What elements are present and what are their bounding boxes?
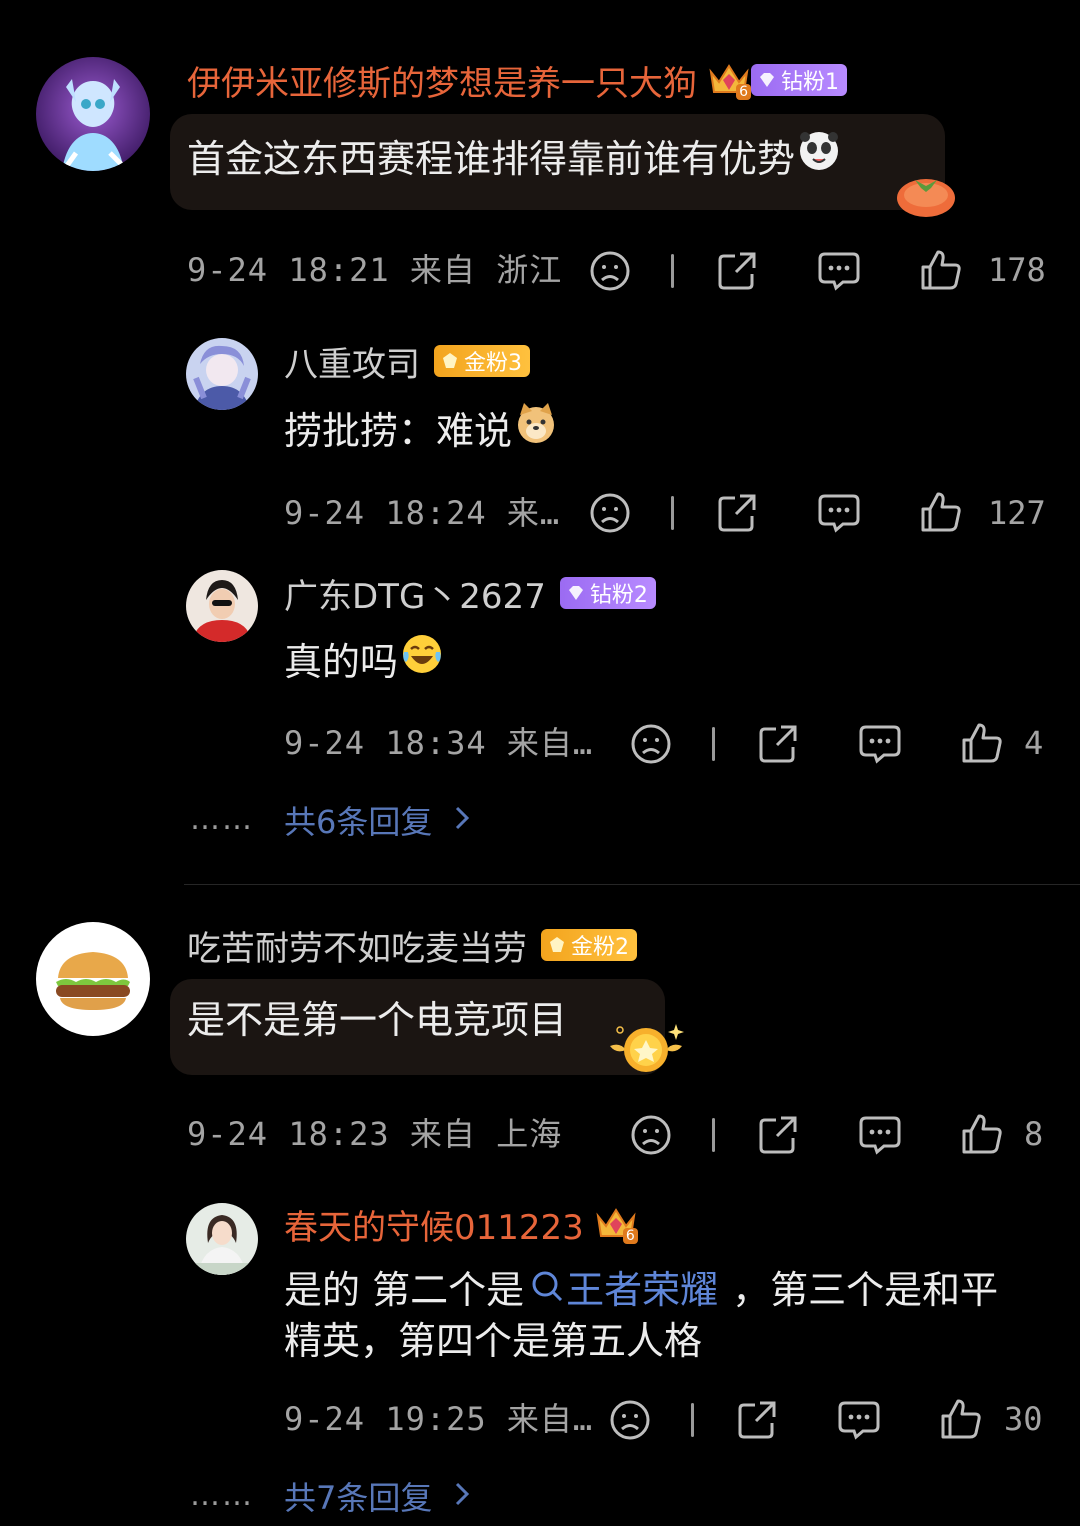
divider-bar bbox=[712, 727, 715, 761]
share-icon[interactable] bbox=[757, 1114, 799, 1156]
comment-icon[interactable] bbox=[817, 492, 861, 534]
reply-2-header: 广东DTG丶2627 钻粉2 bbox=[284, 569, 656, 618]
reply-3-meta: 9-24 19:25 来自… bbox=[284, 1400, 594, 1438]
fan-badge-label: 金粉3 bbox=[464, 351, 522, 376]
level-badge-number: 6 bbox=[622, 1228, 638, 1244]
reply-2-text: 真的吗 bbox=[284, 639, 399, 684]
fan-badge: 金粉3 bbox=[434, 345, 530, 377]
more-dots: …… bbox=[190, 1478, 254, 1513]
avatar-reply-3[interactable] bbox=[186, 1203, 258, 1275]
thumbs-up-icon[interactable] bbox=[919, 490, 963, 534]
commenter-1-name[interactable]: 伊伊米亚修斯的梦想是养一只大狗 bbox=[187, 56, 697, 105]
comment-icon[interactable] bbox=[858, 723, 902, 765]
reply-3-text-line-1: 是的 第二个是 王者荣耀 ，第三个是和平 bbox=[284, 1260, 998, 1312]
gold-gem-icon bbox=[550, 937, 564, 952]
thumbs-up-icon[interactable] bbox=[960, 721, 1004, 765]
divider-bar bbox=[671, 496, 674, 530]
sad-face-icon[interactable] bbox=[589, 492, 631, 534]
sad-face-icon[interactable] bbox=[630, 1114, 672, 1156]
comment-icon[interactable] bbox=[858, 1114, 902, 1156]
comment-1-text-row: 首金这东西赛程谁排得靠前谁有优势 bbox=[187, 127, 841, 183]
divider-bar bbox=[691, 1403, 694, 1437]
comment-icon[interactable] bbox=[837, 1399, 881, 1441]
reply-2-name[interactable]: 广东DTG丶2627 bbox=[284, 569, 546, 618]
comment-1-text: 首金这东西赛程谁排得靠前谁有优势 bbox=[187, 136, 796, 181]
like-count: 178 bbox=[988, 251, 1046, 289]
fan-badge: 金粉2 bbox=[541, 929, 637, 961]
diamond-icon bbox=[760, 73, 774, 87]
crown-icon: 6 bbox=[707, 60, 751, 100]
gold-gem-icon bbox=[443, 353, 457, 368]
reply-3-text-part-1: 是的 第二个是 bbox=[284, 1267, 525, 1312]
reply-1-text: 捞批捞：难说 bbox=[284, 408, 513, 453]
search-link[interactable]: 王者荣耀 bbox=[530, 1259, 718, 1314]
reply-3-header: 春天的守候011223 6 bbox=[284, 1199, 638, 1249]
like-count: 4 bbox=[1024, 724, 1044, 762]
like-count: 30 bbox=[1004, 1400, 1043, 1438]
chevron-right-icon bbox=[452, 803, 472, 837]
share-icon[interactable] bbox=[736, 1399, 778, 1441]
like-count: 8 bbox=[1024, 1115, 1044, 1153]
like-count: 127 bbox=[988, 494, 1046, 532]
reply-1-meta: 9-24 18:24 来… bbox=[284, 494, 561, 532]
avatar-reply-2[interactable] bbox=[186, 570, 258, 642]
fan-badge-label: 钻粉1 bbox=[781, 70, 839, 95]
avatar-commenter-1[interactable] bbox=[36, 57, 150, 171]
comment-2-header: 吃苦耐劳不如吃麦当劳 金粉2 bbox=[187, 920, 637, 970]
comment-2-meta: 9-24 18:23 来自 上海 bbox=[187, 1115, 563, 1153]
panda-emoji-icon bbox=[797, 129, 841, 182]
laughing-emoji-icon bbox=[400, 632, 444, 685]
fan-badge-label: 钻粉2 bbox=[589, 583, 648, 608]
fan-badge-label: 金粉2 bbox=[571, 935, 629, 960]
search-link-text: 王者荣耀 bbox=[566, 1267, 719, 1312]
divider-bar bbox=[712, 1118, 715, 1152]
comment-1-meta: 9-24 18:21 来自 浙江 bbox=[187, 251, 563, 289]
fan-badge: 钻粉1 bbox=[751, 64, 847, 96]
thumbs-up-icon[interactable] bbox=[960, 1112, 1004, 1156]
more-dots: …… bbox=[190, 802, 254, 837]
avatar-reply-1[interactable] bbox=[186, 338, 258, 410]
sad-face-icon[interactable] bbox=[589, 250, 631, 292]
more-replies-label: 共7条回复 bbox=[284, 1479, 433, 1517]
reply-3-text-line-2: 精英，第四个是第五人格 bbox=[284, 1319, 703, 1363]
comment-icon[interactable] bbox=[817, 250, 861, 292]
more-replies-link[interactable]: 共7条回复 bbox=[284, 1474, 472, 1518]
diamond-icon bbox=[568, 586, 583, 600]
avatar-commenter-2[interactable] bbox=[36, 922, 150, 1036]
more-replies-label: 共6条回复 bbox=[284, 803, 433, 841]
thumbs-up-icon[interactable] bbox=[919, 248, 963, 292]
divider-bar bbox=[671, 254, 674, 288]
sad-face-icon[interactable] bbox=[630, 723, 672, 765]
reply-2-meta: 9-24 18:34 来自… bbox=[284, 724, 594, 762]
thumbs-up-icon[interactable] bbox=[939, 1397, 983, 1441]
reply-1-text-row: 捞批捞：难说 bbox=[284, 401, 558, 454]
reply-1-name[interactable]: 八重攻司 bbox=[284, 337, 420, 386]
reply-3-text-part-2: ，第三个是和平 bbox=[732, 1267, 999, 1312]
commenter-2-name[interactable]: 吃苦耐劳不如吃麦当劳 bbox=[187, 921, 527, 970]
comment-divider bbox=[184, 884, 1080, 885]
doge-emoji-icon bbox=[514, 401, 558, 454]
persimmon-sticker-icon bbox=[895, 168, 957, 222]
more-replies-link[interactable]: 共6条回复 bbox=[284, 798, 472, 842]
fan-badge: 钻粉2 bbox=[559, 577, 656, 609]
share-icon[interactable] bbox=[716, 250, 758, 292]
chevron-right-icon bbox=[452, 1479, 472, 1513]
crown-icon: 6 bbox=[594, 1204, 638, 1244]
gold-medal-sticker-icon bbox=[604, 1020, 688, 1084]
reply-1-header: 八重攻司 金粉3 bbox=[284, 337, 530, 386]
reply-2-text-row: 真的吗 bbox=[284, 632, 444, 685]
reply-3-name[interactable]: 春天的守候011223 bbox=[284, 1200, 584, 1249]
level-badge-number: 6 bbox=[736, 84, 751, 100]
sad-face-icon[interactable] bbox=[609, 1399, 651, 1441]
search-icon bbox=[532, 1271, 563, 1302]
share-icon[interactable] bbox=[716, 492, 758, 534]
comment-2-text: 是不是第一个电竞项目 bbox=[187, 998, 568, 1042]
comment-1-header: 伊伊米亚修斯的梦想是养一只大狗 6 钻粉1 bbox=[187, 55, 847, 105]
share-icon[interactable] bbox=[757, 723, 799, 765]
